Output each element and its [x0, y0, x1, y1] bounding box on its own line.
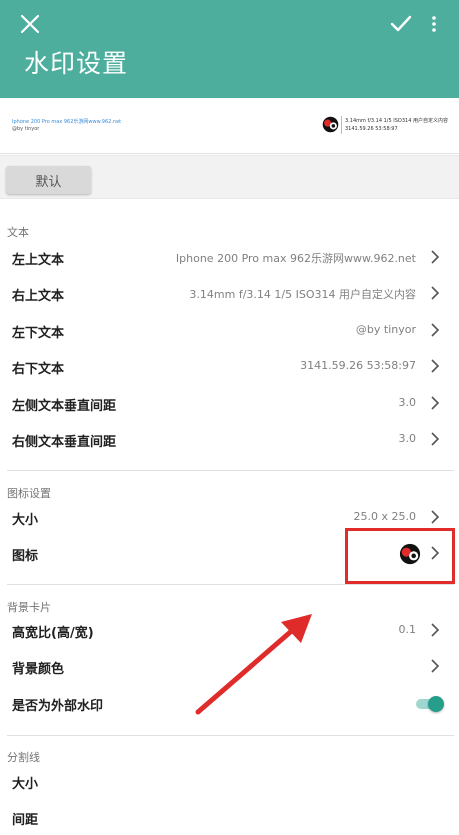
- row-label: 右侧文本垂直间距: [12, 435, 117, 450]
- preview-bottom-right-text: 3141.59.26 53:58:97: [345, 126, 398, 132]
- row-label: 左侧文本垂直间距: [12, 399, 117, 414]
- divider: [7, 735, 454, 736]
- close-icon[interactable]: [19, 13, 41, 35]
- preview-top-right-text: 3.14mm f/3.14 1/5 ISO314 用户自定义内容: [345, 118, 448, 124]
- toggle-thumb: [428, 696, 444, 712]
- row-label: 左下文本: [12, 326, 65, 341]
- highlight-box: [345, 528, 455, 584]
- default-button[interactable]: 默认: [6, 166, 91, 194]
- section-header-text: 文本: [7, 226, 29, 239]
- row-label: 背景颜色: [12, 662, 65, 677]
- row-background-color[interactable]: 背景颜色: [0, 648, 459, 684]
- row-label: 是否为外部水印: [12, 699, 104, 714]
- row-divider-size[interactable]: 大小: [0, 763, 459, 799]
- chevron-right-icon: [431, 432, 440, 446]
- row-value: 25.0 x 25.0: [353, 510, 417, 523]
- page-title: 水印设置: [24, 49, 129, 78]
- brand-logo-icon: [322, 116, 339, 133]
- row-label: 大小: [12, 513, 39, 528]
- row-divider-spacing[interactable]: 间距: [0, 799, 459, 835]
- chevron-right-icon: [431, 250, 440, 264]
- preview-top-left-text: Iphone 200 Pro max 962乐游网www.962.net: [12, 119, 122, 125]
- chevron-right-icon: [431, 510, 440, 524]
- row-label: 右上文本: [12, 289, 65, 304]
- row-value: Iphone 200 Pro max 962乐游网www.962.net: [175, 252, 416, 265]
- row-value: 3.0: [398, 432, 417, 445]
- external-watermark-toggle[interactable]: [414, 696, 446, 714]
- row-label: 右下文本: [12, 362, 65, 377]
- row-value: 3.14mm f/3.14 1/5 ISO314 用户自定义内容: [189, 288, 416, 301]
- divider: [7, 470, 454, 471]
- row-bottom-left-text[interactable]: 左下文本 @by tinyor: [0, 312, 459, 348]
- app-bar: 水印设置: [0, 0, 459, 98]
- preview-bottom-left-text: @by tinyor: [12, 126, 40, 132]
- preview-divider: [341, 116, 342, 134]
- chevron-right-icon: [431, 359, 440, 373]
- row-top-left-text[interactable]: 左上文本 Iphone 200 Pro max 962乐游网www.962.ne…: [0, 239, 459, 275]
- chevron-right-icon: [431, 659, 440, 673]
- row-external-watermark: 是否为外部水印: [0, 685, 459, 721]
- row-bottom-right-text[interactable]: 右下文本 3141.59.26 53:58:97: [0, 348, 459, 384]
- row-value: 3.0: [398, 396, 417, 409]
- chevron-right-icon: [431, 623, 440, 637]
- row-left-text-spacing[interactable]: 左侧文本垂直间距 3.0: [0, 385, 459, 421]
- row-label: 间距: [12, 813, 39, 828]
- row-label: 高宽比(高/宽): [12, 626, 94, 641]
- row-value: 0.1: [398, 623, 417, 636]
- chevron-right-icon: [431, 396, 440, 410]
- watermark-preview: Iphone 200 Pro max 962乐游网www.962.net @by…: [0, 98, 459, 154]
- row-label: 左上文本: [12, 253, 65, 268]
- row-aspect-ratio[interactable]: 高宽比(高/宽) 0.1: [0, 612, 459, 648]
- row-value: @by tinyor: [355, 323, 416, 336]
- check-icon[interactable]: [390, 14, 412, 34]
- row-top-right-text[interactable]: 右上文本 3.14mm f/3.14 1/5 ISO314 用户自定义内容: [0, 275, 459, 311]
- row-label: 大小: [12, 777, 39, 792]
- chevron-right-icon: [431, 286, 440, 300]
- row-value: 3141.59.26 53:58:97: [300, 359, 416, 372]
- more-vert-icon[interactable]: [430, 14, 438, 34]
- row-right-text-spacing[interactable]: 右侧文本垂直间距 3.0: [0, 421, 459, 457]
- chevron-right-icon: [431, 323, 440, 337]
- divider: [7, 584, 454, 585]
- row-label: 图标: [12, 549, 39, 564]
